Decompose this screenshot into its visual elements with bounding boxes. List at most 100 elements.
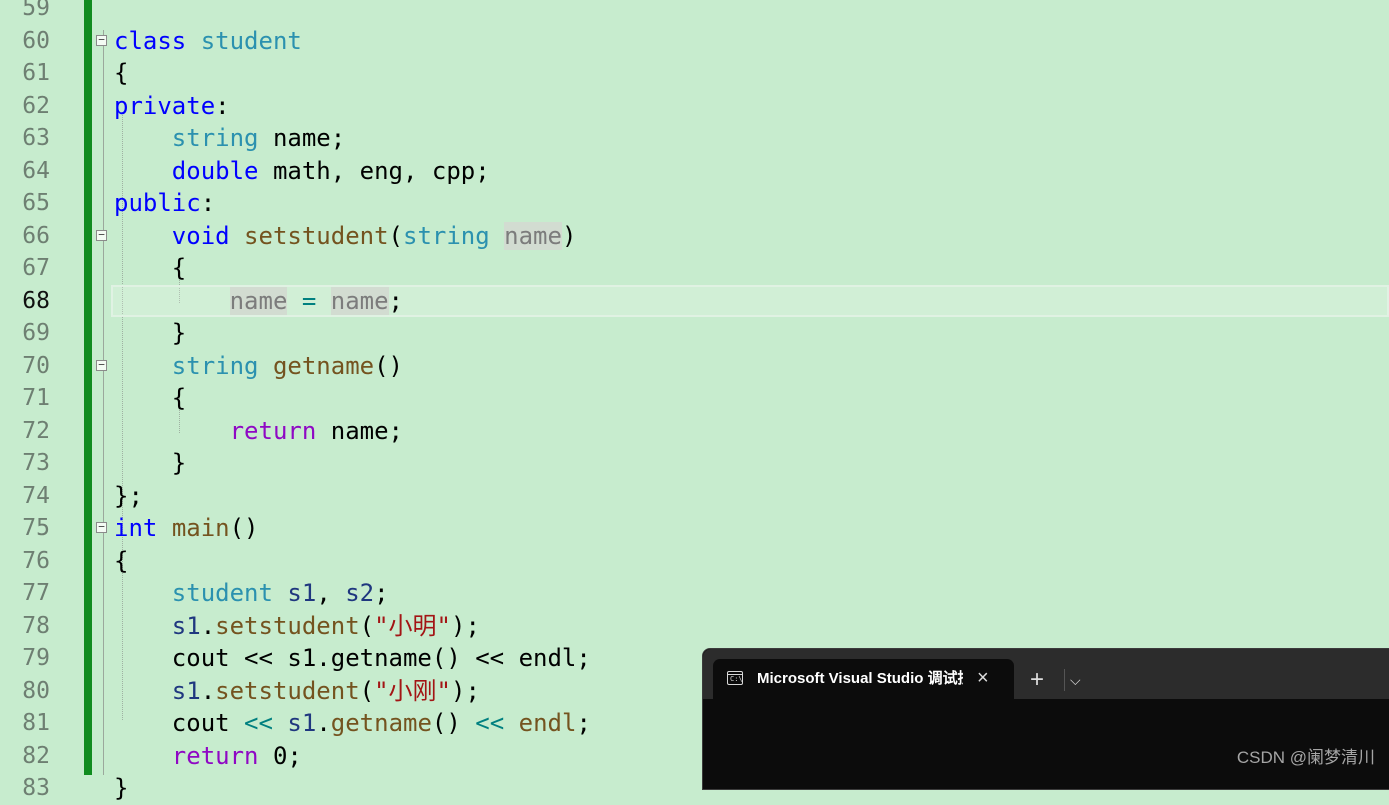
collapse-icon[interactable]: − [96,229,107,241]
code-text: return name; [114,415,403,448]
code-line[interactable]: 71 { [0,382,1389,415]
close-tab-icon[interactable]: × [977,666,989,690]
brace: } [171,319,187,347]
punctuation: ( [388,221,403,250]
code-text: public: [114,187,215,220]
terminal-tab-title: Microsoft Visual Studio 调试控制台 [757,670,963,687]
variable: s2 [345,579,375,607]
line-number: 60 [22,27,50,54]
line-number: 66 [22,222,50,249]
code-text: double math, eng, cpp; [114,155,490,188]
code-line[interactable]: 63 string name; [0,122,1389,155]
code-text: } [114,447,186,480]
brace: } [114,774,129,802]
function-name: setstudent [244,221,389,250]
code-line[interactable]: 78 s1.setstudent("小明"); [0,610,1389,643]
access-specifier: private [114,91,216,120]
collapse-icon[interactable]: − [96,359,107,371]
code-line[interactable]: 72 return name; [0,415,1389,448]
code-text: private: [114,90,230,123]
collapse-icon[interactable]: − [96,34,107,46]
code-line[interactable]: 70 − string getname() [0,350,1389,383]
punctuation: ( [359,676,375,705]
line-number: 59 [22,0,50,21]
code-line[interactable]: 60 − class student [0,25,1389,58]
code-line[interactable]: 74 }; [0,480,1389,513]
keyword: void [171,221,230,250]
debug-console-window[interactable]: C:\ Microsoft Visual Studio 调试控制台 × + ⌵ [702,648,1389,790]
chevron-down-icon[interactable]: ⌵ [1070,667,1081,693]
identifier: cout [171,709,230,737]
collapse-icon[interactable]: − [96,521,107,533]
brace: }; [114,481,143,510]
terminal-tab[interactable]: C:\ Microsoft Visual Studio 调试控制台 × [713,659,1014,699]
code-text: { [114,545,128,578]
line-number: 77 [22,580,50,606]
tab-separator [1064,669,1065,691]
line-number: 75 [22,515,50,541]
identifier-highlight: name [330,286,389,315]
code-text: s1.setstudent("小明"); [114,610,480,643]
line-number: 80 [22,677,50,704]
function-name: setstudent [215,611,360,640]
line-number: 73 [22,450,50,476]
line-number: 69 [22,320,50,346]
line-number: 65 [22,190,50,216]
brace: { [171,384,187,412]
code-line[interactable]: 69 } [0,317,1389,350]
variable: s1 [287,579,317,607]
type-name: string [171,351,259,380]
punctuation: ); [451,611,480,640]
function-name: getname [330,709,432,737]
code-text: { [114,57,128,90]
brace: { [114,59,129,87]
code-text: class student [114,25,302,58]
code-line[interactable]: 59 [0,0,1389,25]
code-line[interactable]: 77 student s1, s2; [0,577,1389,610]
function-name: endl [518,709,577,737]
line-number: 76 [22,547,50,574]
punctuation: () [374,351,404,380]
code-line[interactable]: 62 private: [0,90,1389,123]
current-code-line[interactable]: 68 name = name; [0,284,1389,318]
type-name: string [403,221,490,250]
operator: << [475,709,505,737]
line-number: 72 [22,417,50,444]
code-text: { [114,382,186,415]
punctuation: ( [359,611,375,640]
code-line[interactable]: 73 } [0,447,1389,480]
line-number: 83 [22,775,50,801]
line-number: 61 [22,60,50,86]
variable: s1 [171,611,201,640]
code-line[interactable]: 75 − int main() [0,512,1389,545]
type-name: string [171,124,259,152]
keyword: double [171,156,259,185]
brace: { [114,546,129,575]
member-decl: math, eng, cpp; [272,156,490,185]
code-text: }; [114,480,143,513]
new-tab-icon[interactable]: + [1030,667,1044,693]
code-line[interactable]: 61 { [0,57,1389,90]
member-decl: name; [272,124,346,152]
line-number: 81 [22,710,50,736]
code-line[interactable]: 65 public: [0,187,1389,220]
code-line[interactable]: 66 − void setstudent(string name) [0,220,1389,253]
class-name: student [200,26,302,55]
type-name: student [171,579,273,607]
line-number: 68 [22,287,50,314]
punctuation: ; [388,286,403,315]
code-line[interactable]: 64 double math, eng, cpp; [0,155,1389,188]
line-number: 71 [22,385,50,411]
punctuation: ) [561,221,577,250]
code-text: s1.setstudent("小刚"); [114,675,480,708]
line-number: 63 [22,125,50,151]
identifier: name; [330,416,403,445]
code-line[interactable]: 67 { [0,252,1389,285]
operator: << [244,709,273,737]
parameter-highlight: name [504,221,562,250]
line-number: 82 [22,742,50,769]
code-line[interactable]: 76 { [0,545,1389,578]
punctuation: . [200,611,216,640]
punctuation: () [431,709,461,737]
punctuation: ; [576,709,591,737]
